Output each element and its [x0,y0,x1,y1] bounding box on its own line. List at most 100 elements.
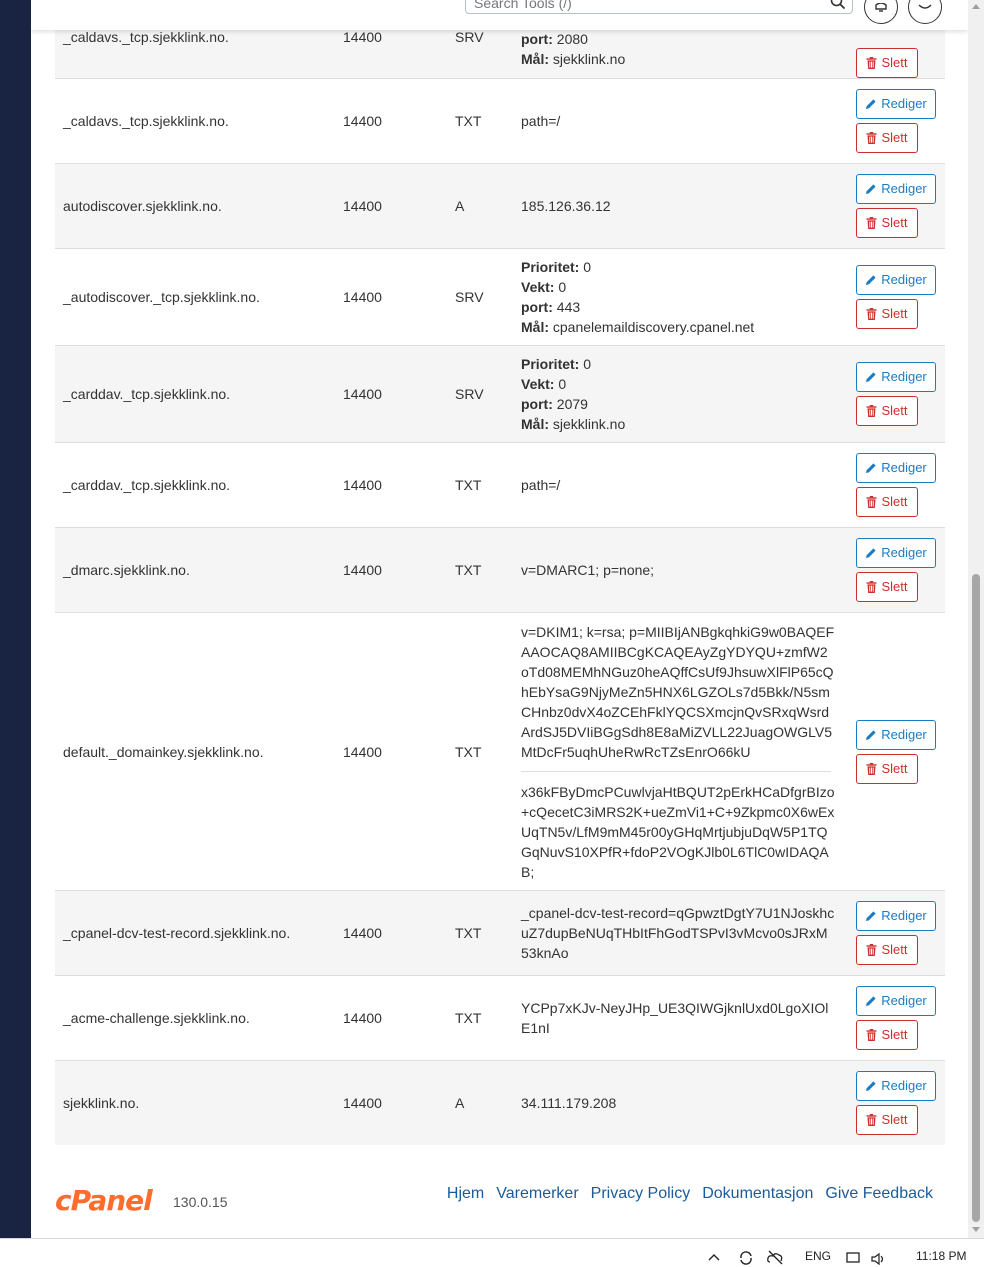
notifications-button[interactable] [864,0,898,24]
scroll-up-icon[interactable] [972,4,980,9]
edit-button[interactable]: Rediger [856,1070,936,1101]
record-type: TXT [447,612,513,891]
record-ttl: 14400 [335,248,447,346]
record-txt-segment: x36kFByDmcPCuwlvjaHtBQUT2pErkHCaDfgrBIzo… [521,783,835,880]
chevron-up-icon[interactable] [708,1253,720,1261]
delete-button-label: Slett [881,1027,908,1042]
display-icon[interactable] [846,1252,862,1266]
trash-icon [866,762,877,775]
edit-button-label: Rediger [881,993,927,1008]
record-actions: Rediger Slett [843,248,945,346]
footer-link-documentation[interactable]: Dokumentasjon [702,1185,813,1203]
edit-button[interactable]: Rediger [856,265,936,295]
footer-link-home[interactable]: Hjem [447,1185,484,1203]
record-actions: Rediger Slett [843,975,945,1061]
search-icon[interactable] [830,0,846,10]
edit-button[interactable]: Rediger [856,89,936,119]
record-value: Prioritet: 0 Vekt: 0 port: 2079 Mål: sjekkl… [513,345,843,443]
language-indicator[interactable]: ENG [805,1249,831,1263]
clock-time[interactable]: 11:18 PM [916,1249,966,1263]
delete-button[interactable]: Slett [856,208,918,238]
scrollbar-thumb[interactable] [972,574,980,1222]
cloud-off-icon[interactable] [766,1249,784,1265]
delete-button[interactable]: Slett [856,935,918,965]
delete-button[interactable]: Slett [856,299,918,329]
delete-button-label: Slett [881,130,908,145]
record-value: v=DKIM1; k=rsa; p=MIIBIjANBgkqhkiG9w0BAQ… [513,612,843,891]
edit-button-label: Rediger [881,908,927,923]
record-srv-key: Mål: [521,416,549,432]
speaker-icon[interactable] [870,1252,888,1266]
table-row: _cpanel-dcv-test-record.sjekklink.no. 144… [55,890,945,976]
delete-button-label: Slett [881,55,908,70]
delete-button[interactable]: Slett [856,572,918,602]
record-ttl: 14400 [335,975,447,1061]
edit-button-label: Rediger [881,369,927,384]
footer-link-trademarks[interactable]: Varemerker [496,1185,578,1203]
record-type: TXT [447,975,513,1061]
delete-button[interactable]: Slett [856,753,918,784]
delete-button[interactable]: Slett [856,1020,918,1050]
scroll-down-icon[interactable] [972,1227,980,1232]
record-ttl: 14400 [335,612,447,891]
dns-records-body: _caldavs._tcp.sjekklink.no. 14400 SRV port:… [55,0,945,1145]
record-txt-segment: v=DKIM1; k=rsa; p=MIIBIjANBgkqhkiG9w0BAQ… [521,623,835,760]
trash-icon [866,496,877,508]
delete-button[interactable]: Slett [856,123,918,153]
footer-link-privacy-policy[interactable]: Privacy Policy [591,1185,691,1203]
page-scrollbar[interactable] [968,0,984,1238]
trash-icon [866,1113,877,1126]
record-srv-field: Prioritet: 0 [521,354,835,374]
record-value-text: v=DMARC1; p=none; [521,562,655,578]
record-srv-key: Mål: [521,319,549,335]
footer: cPanel 130.0.15 Hjem Varemerker Privacy … [55,1180,945,1220]
trash-icon [866,944,877,956]
record-ttl: 14400 [335,163,447,249]
footer-link-give-feedback[interactable]: Give Feedback [825,1185,933,1203]
record-srv-field: port: 2080 [521,29,835,49]
record-srv-key: Mål: [521,51,549,67]
user-menu-button[interactable] [908,0,942,24]
record-value-text: path=/ [521,113,561,129]
edit-button[interactable]: Rediger [856,174,936,204]
edit-button[interactable]: Rediger [856,362,936,392]
delete-button[interactable]: Slett [856,48,918,78]
edit-button-label: Rediger [881,726,927,742]
search-box[interactable] [465,0,853,14]
delete-button[interactable]: Slett [856,487,918,517]
record-value: path=/ [513,78,843,164]
record-srv-key: Prioritet: [521,356,580,372]
pencil-icon [866,996,876,1006]
table-row: _caldavs._tcp.sjekklink.no. 14400 TXT path=… [55,78,945,164]
record-srv-field: Vekt: 0 [521,374,835,394]
record-name: _autodiscover._tcp.sjekklink.no. [55,248,335,346]
record-srv-value: 0 [579,259,592,275]
record-srv-field: Prioritet: 0 [521,257,835,277]
pencil-icon [866,1081,876,1091]
sync-icon[interactable] [738,1250,754,1266]
record-actions: Rediger Slett [843,890,945,976]
edit-button[interactable]: Rediger [856,453,936,483]
pencil-icon [866,372,876,382]
search-tools-input[interactable] [474,0,814,13]
delete-button[interactable]: Slett [856,1104,918,1135]
record-value-text: path=/ [521,477,561,493]
delete-button-label: Slett [881,579,908,594]
record-srv-key: port: [521,396,553,412]
edit-button[interactable]: Rediger [856,986,936,1016]
delete-button[interactable]: Slett [856,396,918,426]
delete-button-label: Slett [881,1111,908,1127]
record-srv-key: Vekt: [521,376,555,392]
dns-records-table: _caldavs._tcp.sjekklink.no. 14400 SRV port:… [55,0,945,1145]
trash-icon [866,132,877,144]
cpanel-logo[interactable]: cPanel [55,1184,153,1217]
edit-button[interactable]: Rediger [856,719,936,750]
table-row: _dmarc.sjekklink.no. 14400 TXT v=DMARC1; p=… [55,527,945,613]
segment-divider [521,770,831,772]
table-row: autodiscover.sjekklink.no. 14400 A 185.126.… [55,163,945,249]
record-srv-value: sjekklink.no [549,416,626,432]
edit-button[interactable]: Rediger [856,901,936,931]
windows-taskbar: ENG 11:18 PM [0,1238,984,1267]
edit-button[interactable]: Rediger [856,538,936,568]
record-srv-value: 443 [552,299,581,315]
